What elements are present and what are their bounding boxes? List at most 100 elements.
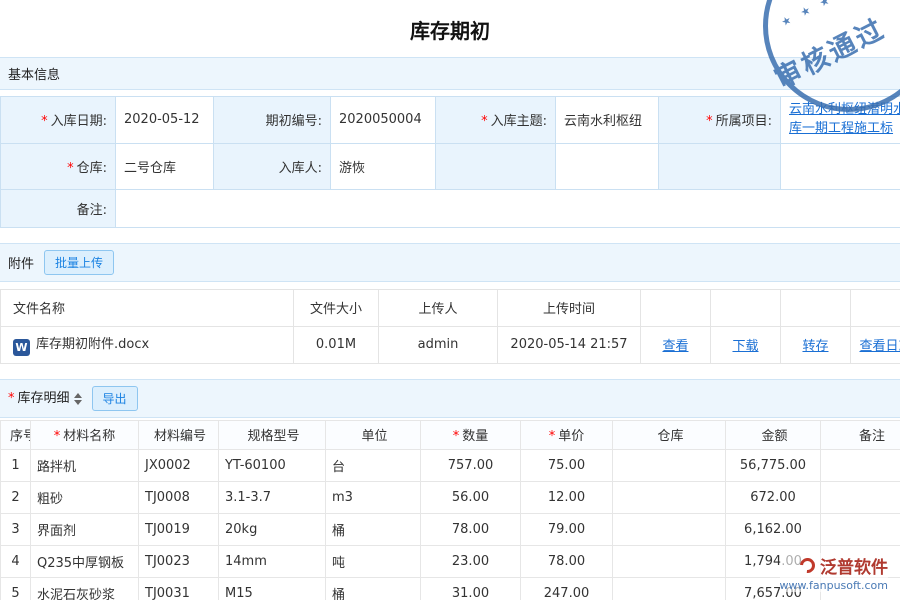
unit-cell: 桶 — [326, 513, 421, 545]
unit-price-cell: 78.00 — [521, 545, 613, 577]
storekeeper-label: 入库人: — [214, 143, 331, 189]
file-name-cell: W库存期初附件.docx — [1, 326, 294, 363]
details-section-title: *库存明细 — [8, 387, 82, 409]
quantity-cell: 23.00 — [421, 545, 521, 577]
upload-time-cell: 2020-05-14 21:57 — [498, 326, 641, 363]
warehouse-cell — [613, 545, 726, 577]
remark-cell — [821, 481, 900, 513]
warehouse-value: 二号仓库 — [116, 143, 214, 189]
details-column-header: *单价 — [521, 420, 613, 449]
material-code-cell: JX0002 — [139, 449, 219, 481]
export-button[interactable]: 导出 — [92, 386, 138, 411]
unit-price-cell: 12.00 — [521, 481, 613, 513]
upload-time-header: 上传时间 — [498, 289, 641, 326]
unit-price-cell: 79.00 — [521, 513, 613, 545]
opening-number-label: 期初编号: — [214, 97, 331, 144]
material-name-cell: 界面剂 — [31, 513, 139, 545]
material-name-cell: 粗砂 — [31, 481, 139, 513]
empty-value-cell — [556, 143, 659, 189]
warehouse-cell — [613, 481, 726, 513]
empty-value-cell — [781, 143, 900, 189]
warehouse-cell — [613, 449, 726, 481]
quantity-cell: 78.00 — [421, 513, 521, 545]
details-column-header: 单位 — [326, 420, 421, 449]
empty-label-cell — [659, 143, 781, 189]
spec-model-cell: 14mm — [219, 545, 326, 577]
details-column-header: 序号 — [1, 420, 31, 449]
actions-header — [711, 289, 781, 326]
basic-info-form: *入库日期: 2020-05-12 期初编号: 2020050004 *入库主题… — [0, 96, 900, 228]
storage-date-value: 2020-05-12 — [116, 97, 214, 144]
storage-subject-label: *入库主题: — [436, 97, 556, 144]
uploader-cell: admin — [379, 326, 498, 363]
fanpusoft-logo-icon — [797, 555, 818, 576]
amount-cell: 672.00 — [726, 481, 821, 513]
material-name-cell: 水泥石灰砂浆 — [31, 577, 139, 600]
amount-cell: 56,775.00 — [726, 449, 821, 481]
serial-cell: 5 — [1, 577, 31, 600]
attachment-row: W库存期初附件.docx 0.01M admin 2020-05-14 21:5… — [1, 326, 900, 363]
material-code-cell: TJ0031 — [139, 577, 219, 600]
details-column-header: 金额 — [726, 420, 821, 449]
details-column-header: *材料名称 — [31, 420, 139, 449]
download-link[interactable]: 下载 — [732, 339, 758, 354]
unit-cell: 台 — [326, 449, 421, 481]
details-column-header: 仓库 — [613, 420, 726, 449]
basic-info-section-title: 基本信息 — [8, 64, 60, 83]
warehouse-cell — [613, 513, 726, 545]
details-column-header: 备注 — [821, 420, 900, 449]
opening-number-value: 2020050004 — [331, 97, 436, 144]
storage-date-label: *入库日期: — [1, 97, 116, 144]
project-label: *所属项目: — [659, 97, 781, 144]
warehouse-cell — [613, 577, 726, 600]
material-row: 4 Q235中厚钢板 TJ0023 14mm 吨 23.00 78.00 1,7… — [1, 545, 900, 577]
details-column-header: 材料编号 — [139, 420, 219, 449]
material-row: 3 界面剂 TJ0019 20kg 桶 78.00 79.00 6,162.00 — [1, 513, 900, 545]
file-size-header: 文件大小 — [294, 289, 379, 326]
material-row: 5 水泥石灰砂浆 TJ0031 M15 桶 31.00 247.00 7,657… — [1, 577, 900, 600]
attachments-section-header: 附件 批量上传 — [0, 243, 900, 282]
quantity-cell: 757.00 — [421, 449, 521, 481]
serial-cell: 2 — [1, 481, 31, 513]
vendor-url: www.fanpusoft.com — [780, 579, 888, 592]
attachments-section-title: 附件 — [8, 253, 34, 272]
unit-price-cell: 247.00 — [521, 577, 613, 600]
material-code-cell: TJ0008 — [139, 481, 219, 513]
material-code-cell: TJ0023 — [139, 545, 219, 577]
unit-price-cell: 75.00 — [521, 449, 613, 481]
unit-cell: 桶 — [326, 577, 421, 600]
view-link[interactable]: 查看 — [662, 339, 688, 354]
required-mark: * — [41, 114, 48, 129]
view-log-link[interactable]: 查看日志 — [859, 339, 900, 354]
material-row: 2 粗砂 TJ0008 3.1-3.7 m3 56.00 12.00 672.0… — [1, 481, 900, 513]
material-code-cell: TJ0019 — [139, 513, 219, 545]
storekeeper-value: 游恢 — [331, 143, 436, 189]
warehouse-label: *仓库: — [1, 143, 116, 189]
sort-toggle-icon[interactable] — [74, 389, 82, 409]
actions-header — [641, 289, 711, 326]
spec-model-cell: 3.1-3.7 — [219, 481, 326, 513]
required-mark: * — [481, 114, 488, 129]
material-name-cell: 路拌机 — [31, 449, 139, 481]
remark-cell — [821, 513, 900, 545]
batch-upload-button[interactable]: 批量上传 — [44, 250, 114, 275]
details-header-row: 序号 *材料名称 材料编号 规格型号 单位 *数量 *单价 仓库 金额 — [1, 420, 900, 449]
file-name-header: 文件名称 — [1, 289, 294, 326]
transfer-link[interactable]: 转存 — [802, 339, 828, 354]
remark-cell — [821, 449, 900, 481]
actions-header — [851, 289, 900, 326]
vendor-brand: 泛普软件 www.fanpusoft.com — [780, 553, 888, 592]
amount-cell: 6,162.00 — [726, 513, 821, 545]
spec-model-cell: YT-60100 — [219, 449, 326, 481]
details-column-header: *数量 — [421, 420, 521, 449]
basic-info-section-header: 基本信息 — [0, 57, 900, 90]
serial-cell: 4 — [1, 545, 31, 577]
project-link[interactable]: 云南水利枢纽潜明水库一期工程施工标 — [789, 101, 900, 139]
quantity-cell: 31.00 — [421, 577, 521, 600]
spec-model-cell: 20kg — [219, 513, 326, 545]
details-column-header: 规格型号 — [219, 420, 326, 449]
file-size-cell: 0.01M — [294, 326, 379, 363]
required-mark: * — [549, 429, 556, 444]
storage-subject-value: 云南水利枢纽 — [556, 97, 659, 144]
word-file-icon: W — [13, 339, 30, 356]
